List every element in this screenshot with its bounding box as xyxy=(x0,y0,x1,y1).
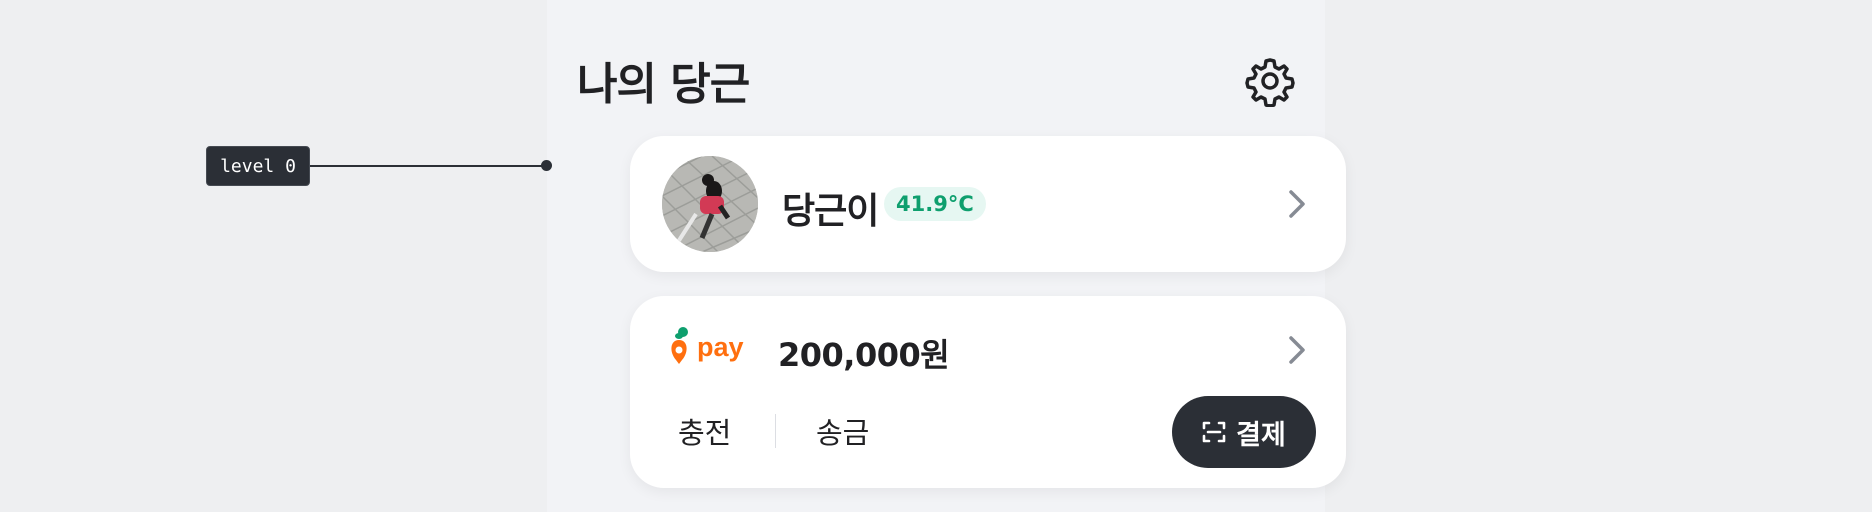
action-divider xyxy=(775,414,776,448)
pay-logo: pay xyxy=(671,327,744,364)
avatar xyxy=(662,156,758,252)
debug-connector-line xyxy=(310,165,546,167)
debug-connector-dot xyxy=(541,160,552,171)
pay-card: pay 200,000원 충전 송금 결제 xyxy=(630,296,1346,488)
debug-level-label: level 0 xyxy=(206,146,310,186)
pay-button[interactable]: 결제 xyxy=(1172,396,1316,468)
manner-temperature-badge: 41.9°C xyxy=(884,187,986,221)
pay-logo-text: pay xyxy=(697,332,744,362)
page-title: 나의 당근 xyxy=(577,59,750,110)
profile-card[interactable]: 당근이 41.9°C xyxy=(630,136,1346,272)
chevron-right-icon[interactable] xyxy=(1287,334,1309,366)
scan-icon xyxy=(1202,421,1226,443)
gear-icon[interactable] xyxy=(1244,55,1296,108)
chevron-right-icon[interactable] xyxy=(1287,188,1309,220)
charge-button[interactable]: 충전 xyxy=(678,410,731,452)
pay-button-label: 결제 xyxy=(1236,419,1286,451)
pay-balance: 200,000원 xyxy=(778,336,950,374)
profile-nickname: 당근이 xyxy=(782,191,879,232)
transfer-button[interactable]: 송금 xyxy=(816,410,869,452)
